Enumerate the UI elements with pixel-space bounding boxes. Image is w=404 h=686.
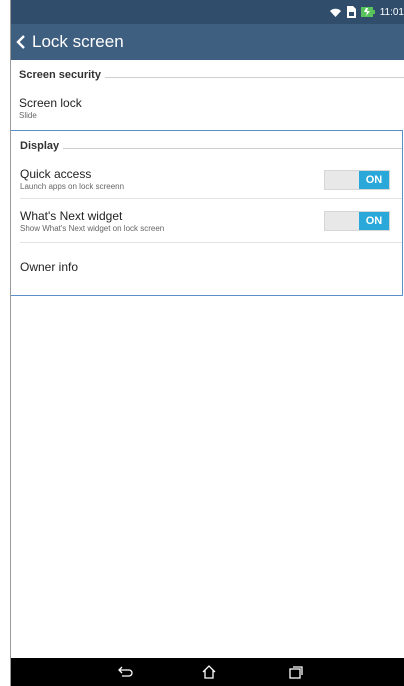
pref-summary: Launch apps on lock screenn: [20, 182, 125, 191]
pref-title: Screen lock: [19, 96, 82, 110]
status-bar: 11:01: [10, 0, 404, 24]
left-divider: [10, 0, 11, 686]
quick-access-toggle[interactable]: ON: [324, 170, 390, 190]
pref-summary: Show What's Next widget on lock screen: [20, 224, 165, 233]
toggle-label: ON: [359, 212, 389, 230]
category-divider: [20, 148, 402, 149]
pref-screen-lock[interactable]: Screen lock Slide: [19, 83, 404, 127]
action-bar: Lock screen: [10, 24, 404, 60]
category-label: Screen security: [19, 69, 105, 81]
sim-icon: [346, 6, 356, 18]
navigation-bar: [10, 658, 404, 686]
toggle-label: ON: [359, 171, 389, 189]
back-icon[interactable]: [115, 663, 137, 681]
pref-title: Quick access: [20, 167, 92, 181]
wifi-icon: [329, 7, 342, 18]
pref-quick-access[interactable]: Quick access Launch apps on lock screenn…: [20, 154, 402, 199]
category-display: Display: [20, 134, 402, 154]
settings-list: Screen security Screen lock Slide: [10, 60, 404, 127]
pref-summary: Slide: [19, 111, 37, 120]
page-title: Lock screen: [32, 32, 124, 51]
status-time: 11:01: [379, 6, 404, 18]
home-icon[interactable]: [198, 663, 220, 681]
pref-whats-next-widget[interactable]: What's Next widget Show What's Next widg…: [20, 199, 402, 243]
screen: 11:01 Lock screen Screen security Screen…: [10, 0, 404, 686]
category-label: Display: [20, 140, 64, 152]
whats-next-toggle[interactable]: ON: [324, 211, 390, 231]
chevron-left-icon[interactable]: [16, 33, 30, 51]
pref-title: What's Next widget: [20, 209, 123, 223]
category-screen-security: Screen security: [19, 63, 404, 83]
pref-title: Owner info: [20, 260, 79, 274]
battery-icon: [360, 7, 375, 17]
status-icons: 11:01: [329, 4, 404, 20]
display-section: Display Quick access Launch apps on lock…: [10, 130, 403, 296]
recents-icon[interactable]: [285, 663, 307, 681]
pref-owner-info[interactable]: Owner info: [20, 243, 402, 295]
